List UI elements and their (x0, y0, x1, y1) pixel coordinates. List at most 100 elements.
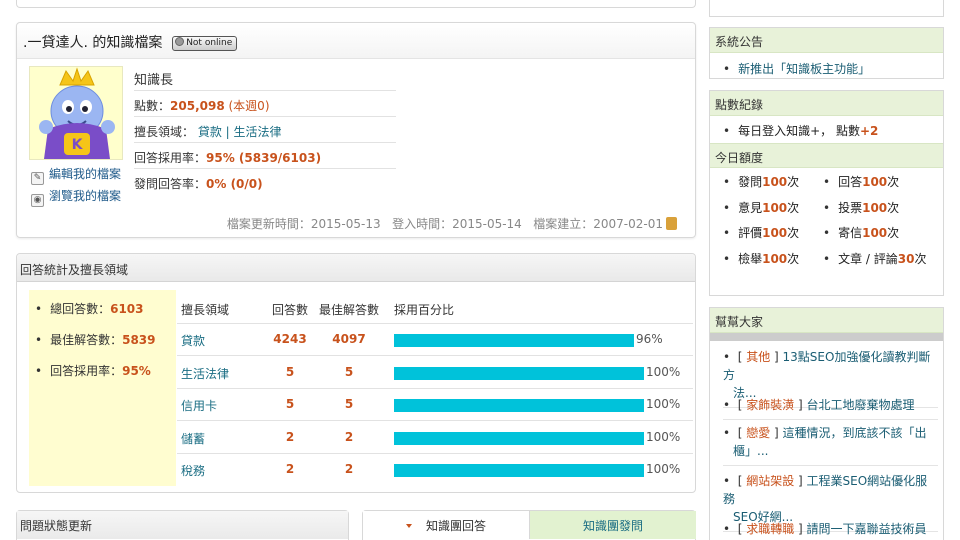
quota-label: 發問 (738, 175, 763, 189)
quota-label: 評價 (738, 226, 763, 240)
summary-value: 6103 (110, 302, 144, 316)
profile-meta: 檔案更新時間：2015-05-13 登入時間：2015-05-14 檔案建立：2… (17, 215, 677, 232)
quota-label: 回答 (838, 175, 863, 189)
announce-text: 新推出「知識板主功能」 (738, 62, 871, 76)
quota-value: 100 (862, 200, 888, 215)
percent-bar (394, 366, 644, 380)
help-question-link[interactable]: • [ 求職轉職 ] 請問一下嘉聯益技術員薪 (723, 520, 938, 540)
help-divider (710, 333, 943, 341)
triangle-down-icon (405, 524, 412, 528)
quota-label: 意見 (738, 200, 763, 215)
summary-best-answers: 最佳解答數：5839 (35, 331, 156, 348)
answer-count: 5 (285, 364, 295, 379)
field-link[interactable]: 貸款 (181, 324, 205, 355)
quota-item: 意見100次 (723, 199, 799, 216)
online-status-text: Not online (186, 38, 233, 48)
svg-text:K: K (72, 137, 84, 153)
summary-value: 95% (122, 364, 151, 378)
field-link[interactable]: 生活法律 (181, 357, 229, 388)
tab-team-questions[interactable]: 知識團發問 (529, 511, 696, 539)
view-profile-label: 瀏覽我的檔案 (49, 189, 122, 203)
points-record-value: +2 (859, 124, 879, 138)
help-category[interactable]: 家飾裝潢 (746, 398, 794, 412)
stats-header: 回答統計及擅長領域 (17, 254, 695, 282)
quota-header: 今日額度 (710, 143, 943, 168)
quota-value: 100 (762, 200, 788, 215)
quota-value: 30 (897, 251, 915, 266)
best-count: 5 (344, 364, 354, 379)
table-row: 儲蓄 2 2 100% (177, 422, 693, 454)
help-question-text: 這種情況，到底該不該「出 (782, 426, 927, 440)
table-row: 信用卡 5 5 100% (177, 389, 693, 421)
percent-bar (394, 464, 644, 477)
view-profile-link[interactable]: ◉ 瀏覽我的檔案 (31, 187, 121, 207)
help-category[interactable]: 網站架設 (746, 474, 794, 488)
quota-label: 寄信 (838, 226, 863, 240)
answer-count: 4243 (273, 332, 307, 346)
field-link[interactable]: 信用卡 (181, 389, 217, 420)
percent-text: 100% (646, 429, 681, 444)
tab-team-answers[interactable]: 知識團回答 (363, 511, 529, 539)
points-header: 點數紀錄 (710, 91, 943, 116)
help-category[interactable]: 其他 (746, 350, 770, 364)
question-status-header: 問題狀態更新 (17, 511, 348, 539)
table-row: 生活法律 5 5 100% (177, 357, 693, 389)
help-box: 幫幫大家 • [ 其他 ] 13點SEO加強優化讀教判斷方 法... • [ 家飾裝… (709, 307, 944, 540)
column-header: 最佳解答數 (318, 303, 379, 317)
expertise-row: 擅長領域： 貸款 | 生活法律 (134, 117, 396, 143)
expertise-value[interactable]: 貸款 | 生活法律 (198, 125, 282, 139)
edit-profile-link[interactable]: ✎ 編輯我的檔案 (31, 165, 121, 185)
quota-value: 100 (862, 175, 888, 189)
help-question-link[interactable]: • [ 戀愛 ] 這種情況，到底該不該「出 櫃」... (723, 424, 938, 466)
online-status-badge: Not online (172, 36, 238, 51)
help-category[interactable]: 求職轉職 (746, 522, 794, 536)
best-count: 2 (344, 429, 354, 444)
question-rate-label: 發問回答率： (134, 177, 207, 191)
points-record-text: 每日登入知識+， 點數 (738, 124, 860, 138)
percent-text: 100% (646, 462, 681, 476)
answer-rate-value: 95% (5839/6103) (206, 151, 322, 165)
quota-unit: 次 (887, 200, 900, 215)
table-header-row: 擅長領域 回答數 最佳解答數 採用百分比 (177, 290, 693, 324)
best-count: 4097 (332, 332, 366, 346)
answer-count: 2 (285, 429, 295, 444)
rank-text: 知識長 (134, 73, 174, 88)
tab-label: 知識團發問 (582, 519, 643, 533)
summary-total-answers: 總回答數：6103 (35, 300, 144, 317)
percent-bar (394, 399, 644, 412)
profile-header: .一貸達人. 的知識檔案 Not online (17, 23, 695, 59)
quota-unit: 次 (914, 251, 927, 266)
question-rate-row: 發問回答率：0% (0/0) (134, 169, 396, 195)
summary-adoption-rate: 回答採用率：95% (35, 362, 151, 379)
avatar-mascot-icon: K (39, 67, 115, 159)
quota-unit: 次 (787, 251, 800, 266)
lock-icon (666, 217, 677, 230)
points-week: (本週0) (228, 99, 270, 113)
field-link[interactable]: 儲蓄 (181, 422, 205, 453)
percent-bar (394, 334, 634, 347)
percent-cell: 100% (394, 389, 689, 420)
help-question-link[interactable]: • [ 家飾裝潢 ] 台北工地廢棄物處理 (723, 396, 938, 420)
quota-value: 100 (862, 226, 888, 240)
question-status-panel: 問題狀態更新 (16, 510, 349, 540)
quota-value: 100 (762, 226, 788, 240)
percent-cell: 96% (394, 324, 689, 355)
best-count: 2 (344, 462, 354, 476)
quota-item: 發問100次 (723, 173, 799, 190)
help-header: 幫幫大家 (710, 308, 943, 333)
quota-item: 回答100次 (823, 173, 899, 190)
quota-item: 投票100次 (823, 199, 899, 216)
quota-unit: 次 (887, 175, 900, 189)
help-category[interactable]: 戀愛 (746, 426, 770, 440)
sidebar-top-stub (709, 0, 944, 17)
announce-link[interactable]: 新推出「知識板主功能」 (723, 60, 870, 77)
eye-icon: ◉ (31, 194, 44, 207)
column-header: 擅長領域 (181, 303, 230, 317)
field-link[interactable]: 稅務 (181, 454, 205, 486)
table-row: 稅務 2 2 100% (177, 454, 693, 486)
quota-item: 文章 / 評論30次 (823, 250, 926, 267)
stats-summary: 總回答數：6103 最佳解答數：5839 回答採用率：95% (29, 290, 176, 486)
column-header: 採用百分比 (394, 303, 455, 317)
announce-box: 系統公告 新推出「知識板主功能」 (709, 27, 944, 79)
answer-rate-row: 回答採用率：95% (5839/6103) (134, 143, 396, 169)
